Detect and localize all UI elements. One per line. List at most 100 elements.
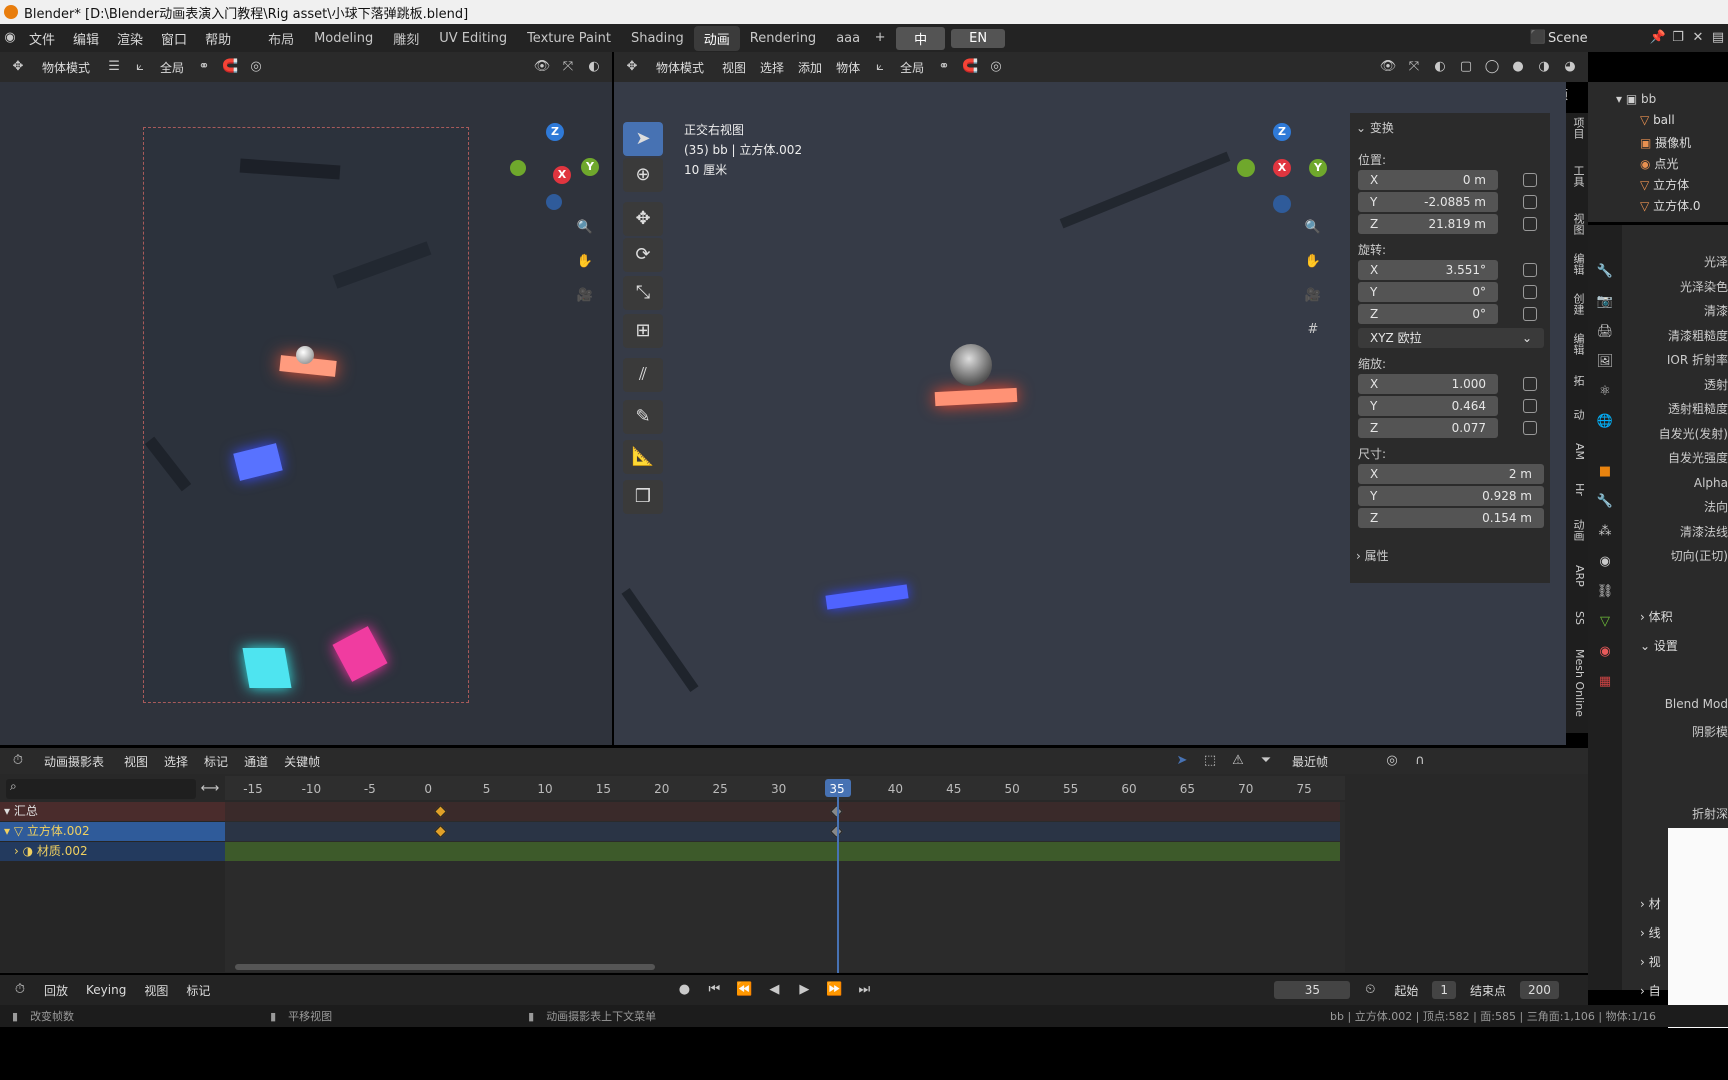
- scale-z-field[interactable]: Z 0.077: [1358, 418, 1498, 438]
- tab-am[interactable]: AM: [1568, 443, 1586, 460]
- prev-key-icon[interactable]: ⏪: [734, 981, 754, 999]
- dimension-x-field[interactable]: X2 m: [1358, 464, 1544, 484]
- menu-object[interactable]: 物体: [832, 59, 864, 76]
- pan-hand-icon[interactable]: ✋: [575, 253, 595, 271]
- ball-object[interactable]: [950, 344, 992, 386]
- pin-icon[interactable]: 📌: [1648, 29, 1668, 47]
- dimension-y-field[interactable]: Y 0.928 m: [1358, 486, 1544, 506]
- move-tool-button[interactable]: ✥: [623, 202, 663, 236]
- tab-tool[interactable]: 工具: [1568, 165, 1586, 187]
- world-props-icon[interactable]: 🌐: [1595, 413, 1615, 431]
- add-workspace-icon[interactable]: +: [870, 29, 890, 47]
- record-icon[interactable]: ●: [674, 981, 694, 999]
- clock-icon[interactable]: ⏲: [1360, 981, 1380, 999]
- outliner-item[interactable]: ▽ ball: [1640, 113, 1675, 127]
- overlay-icon[interactable]: ◐: [1430, 58, 1450, 76]
- keying-menu[interactable]: Keying: [82, 983, 130, 997]
- dimension-z-field[interactable]: Z 0.154 m: [1358, 508, 1544, 528]
- next-key-icon[interactable]: ⏩: [824, 981, 844, 999]
- lock-icon[interactable]: [1523, 307, 1537, 321]
- gizmo-neg-z[interactable]: [546, 194, 562, 210]
- scene-props-icon[interactable]: ⚛: [1595, 383, 1615, 401]
- location-x-field[interactable]: X0 m: [1358, 170, 1498, 190]
- menu-channel[interactable]: 通道: [240, 753, 272, 770]
- tab-hr[interactable]: Hr: [1568, 483, 1586, 496]
- workspace-tab[interactable]: Modeling: [304, 28, 383, 49]
- menu-hamburger-icon[interactable]: ☰: [104, 58, 124, 76]
- output-props-icon[interactable]: 🖨: [1595, 323, 1615, 341]
- tab-edit[interactable]: 编辑: [1568, 253, 1586, 275]
- particles-props-icon[interactable]: ⁂: [1595, 523, 1615, 541]
- zoom-icon[interactable]: 🔍: [575, 219, 595, 237]
- rotation-x-field[interactable]: X 3.551°: [1358, 260, 1498, 280]
- view-layer-icon[interactable]: ▤: [1708, 29, 1728, 47]
- visibility-icon[interactable]: 👁: [532, 58, 552, 76]
- menu-select[interactable]: 选择: [756, 59, 788, 76]
- pan-hand-icon[interactable]: ✋: [1303, 253, 1323, 271]
- material-props-icon[interactable]: ◉: [1595, 643, 1615, 661]
- outliner-item[interactable]: ▽ 立方体.0: [1640, 197, 1701, 214]
- physics-props-icon[interactable]: ◉: [1595, 553, 1615, 571]
- texture-props-icon[interactable]: ▦: [1595, 673, 1615, 691]
- dopesheet-mode-select[interactable]: 动画摄影表: [36, 750, 113, 772]
- lock-icon[interactable]: [1523, 173, 1537, 187]
- outliner-item[interactable]: ▽ 立方体: [1640, 176, 1689, 193]
- menu-view[interactable]: 视图: [718, 59, 750, 76]
- horizontal-scrollbar[interactable]: [235, 964, 655, 970]
- menu-view[interactable]: 视图: [120, 753, 152, 770]
- menu-marker[interactable]: 标记: [200, 753, 232, 770]
- transform-header[interactable]: ⌄ 变换: [1356, 119, 1394, 136]
- workspace-tab[interactable]: UV Editing: [429, 28, 517, 49]
- snap-select[interactable]: 最近帧: [1284, 750, 1374, 772]
- camera-view-icon[interactable]: 🎥: [1303, 287, 1323, 305]
- menu-render[interactable]: 渲染: [108, 29, 152, 48]
- panel-header[interactable]: › 线: [1640, 924, 1661, 941]
- only-selected-icon[interactable]: ➤: [1172, 752, 1192, 770]
- location-z-field[interactable]: Z 21.819 m: [1358, 214, 1498, 234]
- outliner-item-collection[interactable]: ▾ ▣ bb: [1616, 92, 1656, 106]
- play-reverse-icon[interactable]: ◀: [764, 981, 784, 999]
- wireframe-shading-icon[interactable]: ◯: [1482, 58, 1502, 76]
- scale-y-field[interactable]: Y 0.464: [1358, 396, 1498, 416]
- gizmo-z-axis[interactable]: Z: [1273, 123, 1291, 141]
- mode-select[interactable]: 物体模式: [34, 56, 99, 78]
- gizmo-icon[interactable]: ⤧: [1404, 58, 1424, 76]
- workspace-tab[interactable]: 布局: [258, 26, 304, 51]
- playhead[interactable]: [837, 780, 839, 973]
- camera-view-icon[interactable]: 🎥: [575, 287, 595, 305]
- object-props-icon[interactable]: ■: [1595, 463, 1615, 481]
- workspace-tab[interactable]: 雕刻: [383, 26, 429, 51]
- rotation-mode-select[interactable]: XYZ 欧拉 ⌄: [1358, 328, 1544, 348]
- tab-ext[interactable]: 拓: [1568, 375, 1586, 386]
- transform-tool-button[interactable]: ⊞: [623, 314, 663, 348]
- marker-menu[interactable]: 标记: [182, 982, 214, 999]
- pivot-icon[interactable]: ⚭: [194, 58, 214, 76]
- channel-object[interactable]: ▾ ▽ 立方体.002: [0, 822, 225, 841]
- select-tool-button[interactable]: ➤: [623, 122, 663, 156]
- tool-props-icon[interactable]: 🔧: [1595, 263, 1615, 281]
- constraints-props-icon[interactable]: ⛓: [1595, 583, 1615, 601]
- editor-type-icon[interactable]: ✥: [622, 58, 642, 76]
- gizmo-neg-y[interactable]: [510, 160, 526, 176]
- filter-icon[interactable]: ⏷: [1256, 752, 1276, 770]
- tab-anim[interactable]: 动: [1568, 409, 1586, 420]
- location-y-field[interactable]: Y -2.0885 m: [1358, 192, 1498, 212]
- cursor-tool-button[interactable]: ⊕: [623, 158, 663, 192]
- grid-view-icon[interactable]: #: [1303, 321, 1323, 339]
- show-hidden-icon[interactable]: ⬚: [1200, 752, 1220, 770]
- scale-tool-button[interactable]: ⤡: [623, 276, 663, 310]
- properties-header[interactable]: › 属性: [1356, 547, 1389, 564]
- mode-select[interactable]: 物体模式: [648, 56, 713, 78]
- jump-start-icon[interactable]: ⏮: [704, 981, 724, 999]
- snap-icon[interactable]: 🧲: [960, 58, 980, 76]
- workspace-tab-active[interactable]: 动画: [693, 25, 740, 51]
- panel-header[interactable]: › 自: [1640, 982, 1661, 999]
- keyframe-area[interactable]: [225, 802, 1345, 972]
- panel-header[interactable]: › 材: [1640, 895, 1661, 912]
- lock-icon[interactable]: [1523, 377, 1537, 391]
- settings-panel-header[interactable]: ⌄ 设置: [1640, 637, 1678, 654]
- menu-window[interactable]: 窗口: [152, 29, 196, 48]
- view-layer-props-icon[interactable]: 🖼: [1595, 353, 1615, 371]
- workspace-tab[interactable]: Texture Paint: [517, 28, 621, 49]
- tab-edit2[interactable]: 编辑: [1568, 333, 1586, 355]
